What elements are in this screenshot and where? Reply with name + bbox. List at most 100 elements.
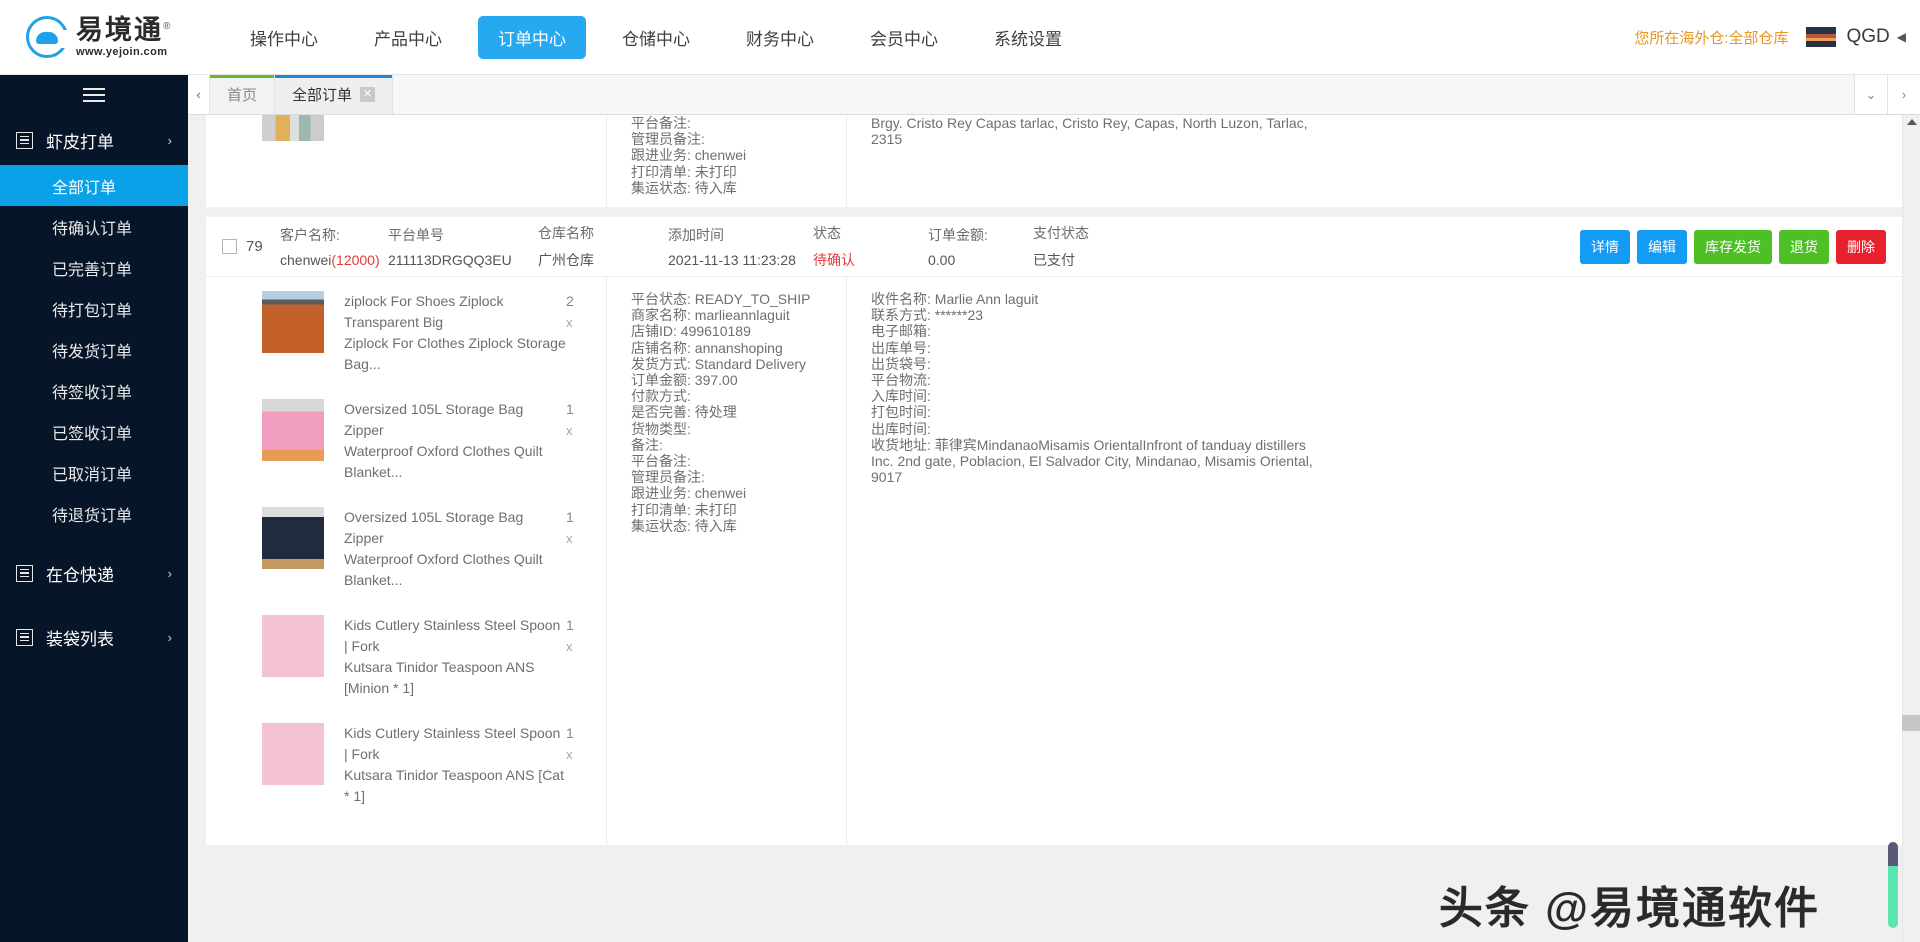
tab-scroll-right-button[interactable]: › — [1887, 75, 1920, 114]
tab-scroll-left-button[interactable]: ‹ — [188, 75, 210, 114]
sidebar-item-pending-pack-orders[interactable]: 待打包订单 — [0, 288, 188, 329]
column-platform-order-no: 平台单号 211113DRGQQ3EU — [388, 225, 538, 268]
product-quantity: 1 x — [566, 617, 574, 654]
product-thumbnail[interactable] — [262, 399, 324, 461]
order-action-buttons: 详情 编辑 库存发货 退货 删除 — [1580, 229, 1886, 264]
product-item: Oversized 105L Storage Bag Zipper Waterp… — [262, 507, 606, 591]
sidebar-item-cancelled-orders[interactable]: 已取消订单 — [0, 452, 188, 493]
column-label: 添加时间 — [668, 227, 724, 243]
field-contact: 联系方式: ******23 — [871, 307, 984, 324]
chevron-right-icon: › — [167, 565, 172, 581]
sidebar-item-received-orders[interactable]: 已签收订单 — [0, 411, 188, 452]
order-select-checkbox[interactable] — [222, 239, 237, 254]
column-value: 0.00 — [928, 252, 956, 268]
nav-item-finance[interactable]: 财务中心 — [726, 16, 834, 59]
product-quantity: 1 x — [566, 401, 574, 438]
sidebar-item-completed-orders[interactable]: 已完善订单 — [0, 247, 188, 288]
return-button[interactable]: 退货 — [1779, 229, 1829, 264]
column-value: 2021-11-13 11:23:28 — [668, 252, 796, 268]
logo-url: www.yejoin.com — [76, 45, 168, 58]
sidebar-group-shopee-orders[interactable]: 虾皮打单 › — [0, 115, 188, 165]
watermark: 头条 @易境通软件 — [1438, 884, 1820, 933]
sidebar: 虾皮打单 › 全部订单 待确认订单 已完善订单 待打包订单 待发货订单 待签收订… — [0, 75, 188, 942]
nav-item-orders[interactable]: 订单中心 — [478, 15, 586, 59]
sidebar-item-all-orders[interactable]: 全部订单 — [0, 165, 188, 206]
product-thumbnail[interactable] — [262, 615, 324, 677]
sidebar-item-pending-confirm-orders[interactable]: 待确认订单 — [0, 206, 188, 247]
partial-order-details: 平台备注: 管理员备注: 跟进业务: chenwei 打印清单: 未打印 集运状… — [606, 115, 846, 207]
page-scrollbar[interactable] — [1902, 115, 1920, 942]
tab-strip-controls: ⌄ › — [1854, 75, 1920, 114]
column-label: 仓库名称 — [538, 225, 594, 241]
product-quantity: 2 x — [566, 293, 574, 330]
product-name: Kids Cutlery Stainless Steel Spoon | For… — [344, 725, 564, 804]
sidebar-group-in-warehouse-express[interactable]: 在仓快递 › — [0, 548, 188, 598]
product-name: Kids Cutlery Stainless Steel Spoon | For… — [344, 617, 561, 696]
tab-all-orders[interactable]: 全部订单 ✕ — [275, 75, 394, 114]
product-item: Kids Cutlery Stainless Steel Spoon | For… — [262, 615, 606, 699]
close-icon[interactable]: ✕ — [360, 87, 376, 102]
tab-home[interactable]: 首页 — [210, 75, 276, 114]
field-inbound-time: 入库时间: — [871, 388, 931, 405]
field-outbound-time: 出库时间: — [871, 420, 931, 437]
edit-button[interactable]: 编辑 — [1637, 229, 1687, 264]
nav-item-operations[interactable]: 操作中心 — [230, 16, 338, 59]
chevron-right-icon: › — [167, 132, 172, 148]
chevron-left-icon[interactable]: ◀ — [1897, 30, 1906, 44]
column-label: 支付状态 — [1033, 225, 1089, 241]
product-thumbnail[interactable] — [262, 115, 324, 141]
nav-item-products[interactable]: 产品中心 — [354, 16, 462, 59]
sidebar-item-pending-ship-orders[interactable]: 待发货订单 — [0, 329, 188, 370]
scrollbar-thumb[interactable] — [1902, 715, 1920, 731]
detail-button[interactable]: 详情 — [1580, 229, 1630, 264]
tab-dropdown-button[interactable]: ⌄ — [1854, 75, 1887, 114]
scroll-up-arrow-icon[interactable] — [1907, 119, 1917, 125]
product-name: Oversized 105L Storage Bag Zipper Waterp… — [344, 401, 543, 480]
stock-ship-button[interactable]: 库存发货 — [1694, 229, 1772, 264]
product-item: ziplock For Shoes Ziplock Transparent Bi… — [262, 291, 606, 375]
sidebar-item-pending-receipt-orders[interactable]: 待签收订单 — [0, 370, 188, 411]
nav-item-members[interactable]: 会员中心 — [850, 16, 958, 59]
status-badge: 待确认 — [813, 252, 855, 268]
field-print-list: 打印清单: 未打印 — [631, 163, 737, 180]
product-quantity: 1 x — [566, 725, 574, 762]
logo-brand-cn: 易境通 — [76, 14, 163, 45]
order-list-content: 平台备注: 管理员备注: 跟进业务: chenwei 打印清单: 未打印 集运状… — [188, 115, 1920, 942]
nav-item-warehouse[interactable]: 仓储中心 — [602, 16, 710, 59]
sidebar-group-label: 在仓快递 — [46, 565, 114, 585]
column-label: 订单金额: — [928, 227, 988, 243]
order-header-row: 79 客户名称: chenwei(12000) 平台单号 211113DRGQQ… — [206, 217, 1902, 277]
delete-button[interactable]: 删除 — [1836, 229, 1886, 264]
sidebar-group-bagging-list[interactable]: 装袋列表 › — [0, 612, 188, 662]
product-thumbnail[interactable] — [262, 291, 324, 353]
column-value: 211113DRGQQ3EU — [388, 252, 512, 268]
field-pack-time: 打包时间: — [871, 404, 931, 421]
app-logo[interactable]: 易境通® www.yejoin.com — [0, 16, 200, 58]
product-item: Kids Cutlery Stainless Steel Spoon | For… — [262, 723, 606, 807]
product-name: ziplock For Shoes Ziplock Transparent Bi… — [344, 293, 566, 372]
order-card: 79 客户名称: chenwei(12000) 平台单号 211113DRGQQ… — [206, 217, 1902, 845]
user-name[interactable]: QGD — [1846, 26, 1889, 48]
sidebar-group-label: 虾皮打单 — [46, 132, 114, 152]
column-warehouse-name: 仓库名称 广州仓库 — [538, 223, 668, 270]
hamburger-icon — [83, 84, 105, 106]
field-follow-up: 跟进业务: chenwei — [631, 147, 747, 164]
product-thumbnail[interactable] — [262, 507, 324, 569]
tab-strip: ‹ 首页 全部订单 ✕ ⌄ › — [188, 75, 1920, 115]
shipping-address: Brgy. Cristo Rey Capas tarlac, Cristo Re… — [871, 115, 1308, 148]
field-platform-status: 平台状态: READY_TO_SHIP — [631, 291, 811, 307]
field-follow-up: 跟进业务: chenwei — [631, 485, 747, 502]
sidebar-item-return-orders[interactable]: 待退货订单 — [0, 493, 188, 534]
field-recipient-name: 收件名称: Marlie Ann laguit — [871, 291, 1039, 307]
inner-scrollbar-thumb[interactable] — [1888, 842, 1898, 928]
order-sequence-number: 79 — [246, 238, 263, 255]
sidebar-collapse-button[interactable] — [0, 75, 188, 115]
product-thumbnail[interactable] — [262, 723, 324, 785]
logo-text: 易境通® www.yejoin.com — [76, 14, 173, 58]
field-merchant-name: 商家名称: marlieannlaguit — [631, 307, 790, 324]
logo-registered-mark: ® — [163, 20, 173, 32]
field-shipping-method: 发货方式: Standard Delivery — [631, 355, 807, 372]
field-consolidation-status: 集运状态: 待入库 — [631, 517, 737, 534]
field-is-complete: 是否完善: 待处理 — [631, 404, 737, 421]
nav-item-settings[interactable]: 系统设置 — [974, 16, 1082, 59]
